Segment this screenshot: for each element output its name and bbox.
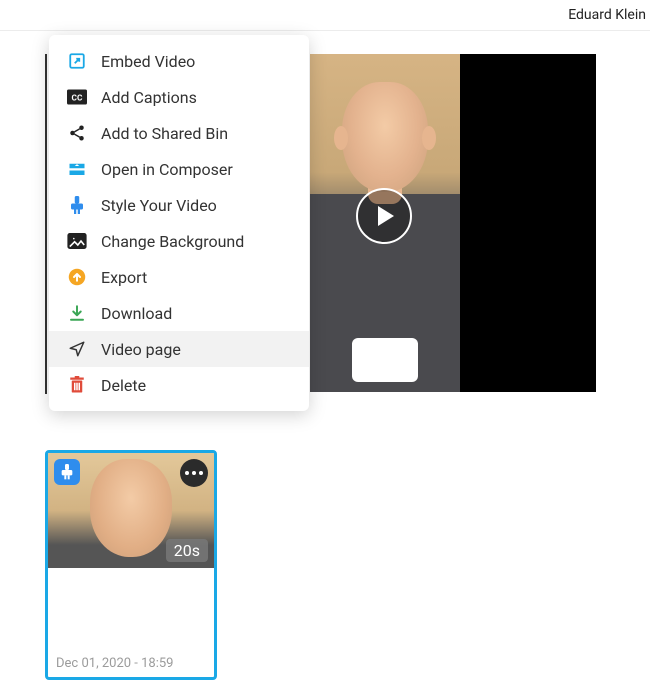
play-icon <box>378 206 394 226</box>
menu-item-open-in-composer[interactable]: Open in Composer <box>49 151 309 187</box>
duration-badge: 20s <box>166 539 208 562</box>
download-icon <box>67 303 87 323</box>
play-button[interactable] <box>356 188 412 244</box>
menu-item-add-to-shared-bin[interactable]: Add to Shared Bin <box>49 115 309 151</box>
user-name-label: Eduard Klein <box>568 7 646 23</box>
menu-item-label: Change Background <box>101 232 244 251</box>
menu-item-embed-video[interactable]: Embed Video <box>49 43 309 79</box>
menu-item-label: Download <box>101 304 172 323</box>
svg-text:CC: CC <box>72 93 83 103</box>
menu-item-label: Video page <box>101 340 181 359</box>
context-menu: Embed Video CC Add Captions Add to Share… <box>49 35 309 411</box>
menu-item-style-your-video[interactable]: Style Your Video <box>49 187 309 223</box>
video-timestamp: Dec 01, 2020 - 18:59 <box>56 656 174 671</box>
menu-item-label: Add to Shared Bin <box>101 124 228 143</box>
menu-item-label: Add Captions <box>101 88 197 107</box>
menu-item-label: Export <box>101 268 147 287</box>
menu-item-label: Delete <box>101 376 146 395</box>
menu-item-label: Open in Composer <box>101 160 233 179</box>
style-badge-icon <box>54 459 80 485</box>
menu-item-label: Embed Video <box>101 52 195 71</box>
menu-item-video-page[interactable]: Video page <box>49 331 309 367</box>
send-icon <box>67 339 87 359</box>
trash-icon <box>67 375 87 395</box>
header: Eduard Klein <box>568 0 650 30</box>
composer-icon <box>67 159 87 179</box>
external-link-icon <box>67 51 87 71</box>
menu-item-delete[interactable]: Delete <box>49 367 309 403</box>
video-thumbnail: 20s <box>48 453 214 568</box>
menu-item-label: Style Your Video <box>101 196 217 215</box>
header-divider <box>0 30 650 31</box>
share-icon <box>67 123 87 143</box>
menu-item-download[interactable]: Download <box>49 295 309 331</box>
video-card[interactable]: 20s Dec 01, 2020 - 18:59 <box>45 450 217 680</box>
image-icon <box>67 231 87 251</box>
export-icon <box>67 267 87 287</box>
menu-item-change-background[interactable]: Change Background <box>49 223 309 259</box>
video-preview[interactable] <box>310 54 596 392</box>
style-icon <box>67 195 87 215</box>
cc-icon: CC <box>67 87 87 107</box>
more-options-button[interactable] <box>180 459 208 487</box>
menu-item-export[interactable]: Export <box>49 259 309 295</box>
timeline-marker <box>45 54 47 394</box>
menu-item-add-captions[interactable]: CC Add Captions <box>49 79 309 115</box>
